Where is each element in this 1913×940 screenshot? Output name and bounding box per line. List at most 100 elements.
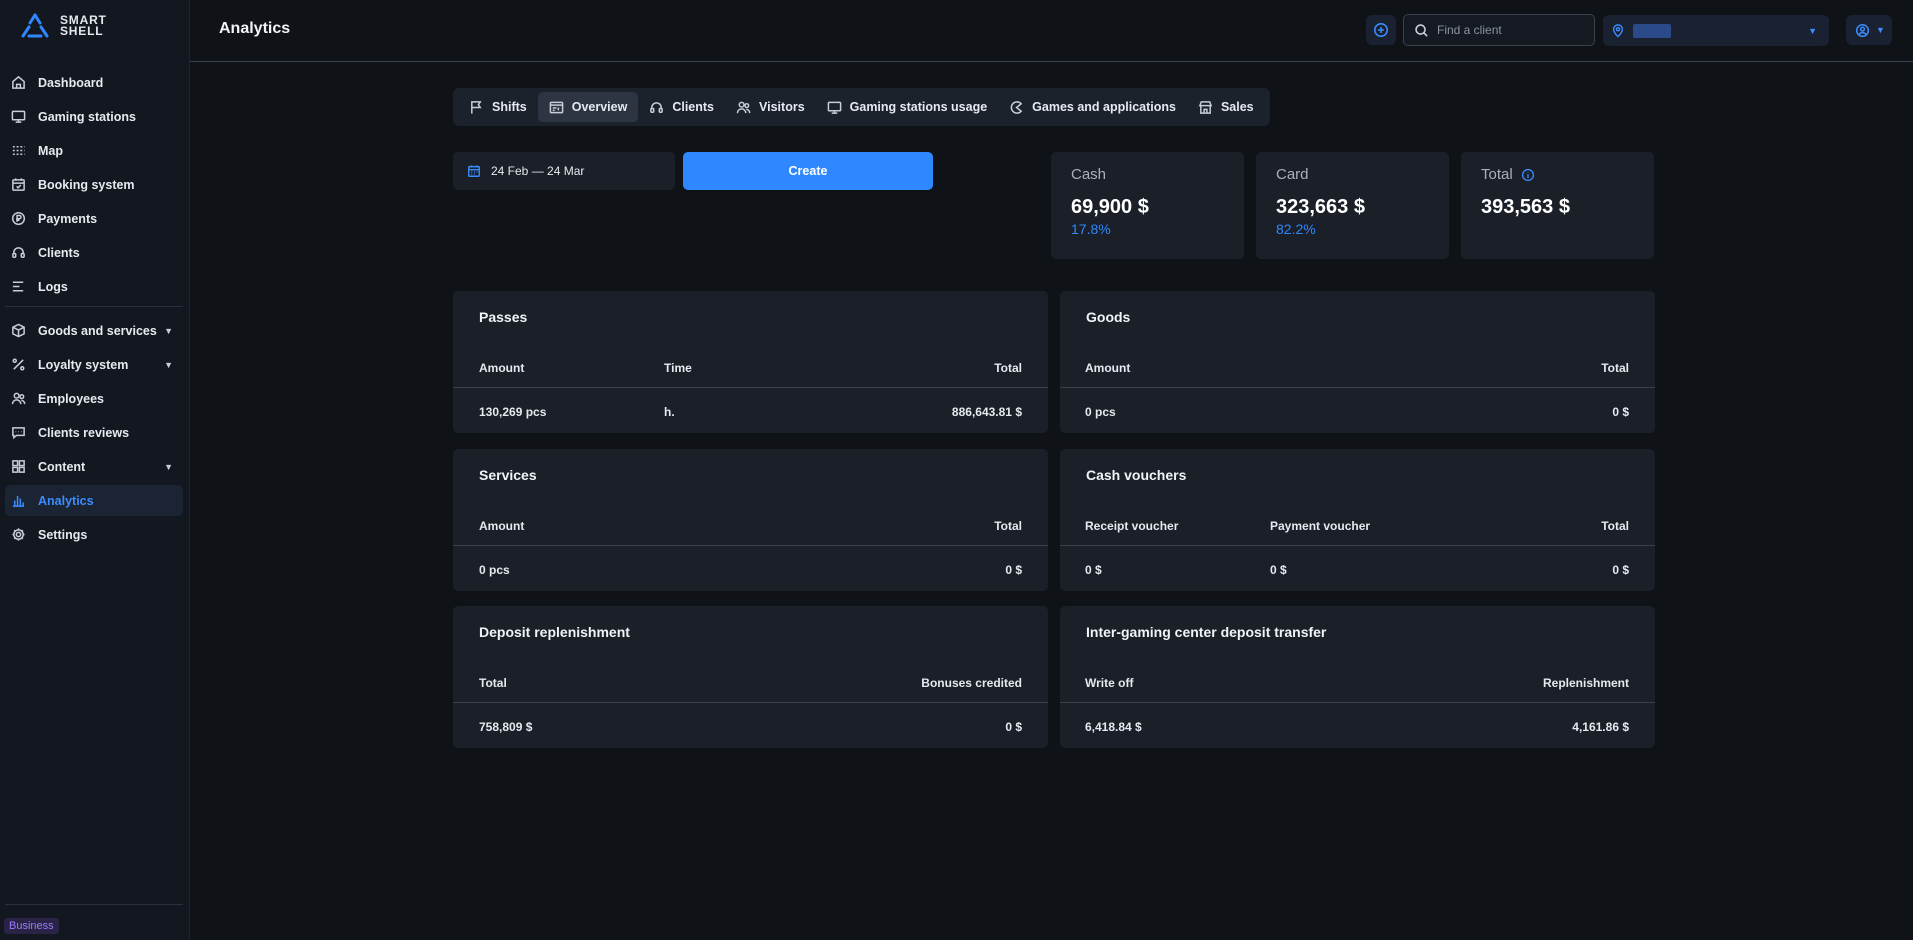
create-button[interactable]: Create bbox=[683, 152, 933, 190]
brand-line-2: SHELL bbox=[60, 24, 104, 38]
table-cell: 758,809 $ bbox=[479, 719, 533, 734]
search-input[interactable] bbox=[1437, 23, 1587, 37]
monitor-icon bbox=[11, 110, 26, 123]
tab-visitors[interactable]: Visitors bbox=[725, 92, 816, 122]
column-header: Total bbox=[994, 360, 1022, 375]
column-header: Amount bbox=[1085, 360, 1131, 375]
date-range-value: 24 Feb — 24 Mar bbox=[491, 164, 585, 178]
column-header: Bonuses credited bbox=[921, 675, 1022, 690]
panel-title: Inter-gaming center deposit transfer bbox=[1086, 624, 1327, 640]
tab-clients[interactable]: Clients bbox=[638, 92, 725, 122]
table-row: 0 $ 0 $ 0 $ bbox=[1060, 547, 1655, 592]
top-header: Analytics ▼ ▼ bbox=[190, 0, 1913, 62]
brand-logo[interactable]: SMART SHELL bbox=[20, 13, 107, 39]
chat-bubble-icon bbox=[12, 427, 25, 440]
table-cell: 0 $ bbox=[1270, 562, 1287, 577]
sidebar-item-booking-system[interactable]: Booking system bbox=[5, 169, 183, 200]
dashboard-window-icon bbox=[549, 101, 564, 113]
club-selector[interactable]: ▼ bbox=[1603, 15, 1829, 46]
bar-chart-icon bbox=[12, 495, 25, 507]
client-search[interactable] bbox=[1403, 14, 1595, 46]
sidebar-item-label: Clients bbox=[38, 245, 80, 260]
sidebar-item-analytics[interactable]: Analytics bbox=[5, 485, 183, 516]
table-cell: 0 $ bbox=[1005, 719, 1022, 734]
table-cell: h. bbox=[664, 404, 675, 419]
headset-icon bbox=[12, 247, 25, 258]
tab-label: Gaming stations usage bbox=[849, 100, 988, 114]
tab-sales[interactable]: Sales bbox=[1187, 92, 1265, 122]
sidebar-item-label: Goods and services bbox=[38, 323, 157, 338]
sidebar-item-employees[interactable]: Employees bbox=[5, 383, 183, 414]
sidebar: SMART SHELL Dashboard Gaming stations Ma… bbox=[0, 0, 190, 940]
passes-panel: Passes Amount Time Total 130,269 pcs h. … bbox=[453, 291, 1048, 433]
chevron-down-icon: ▼ bbox=[164, 359, 173, 370]
plan-badge: Business bbox=[4, 918, 59, 934]
cash-vouchers-panel: Cash vouchers Receipt voucher Payment vo… bbox=[1060, 449, 1655, 591]
table-cell: 6,418.84 $ bbox=[1085, 719, 1142, 734]
table-cell: 4,161.86 $ bbox=[1572, 719, 1629, 734]
panel-title: Goods bbox=[1086, 309, 1131, 325]
sidebar-item-clients[interactable]: Clients bbox=[5, 237, 183, 268]
calendar-icon bbox=[468, 165, 480, 177]
table-row: 758,809 $ 0 $ bbox=[453, 704, 1048, 749]
analytics-tabs: Shifts Overview Clients Visitors Gaming … bbox=[453, 88, 1270, 126]
column-header: Total bbox=[994, 518, 1022, 533]
add-button[interactable] bbox=[1366, 15, 1396, 45]
table-cell: 0 pcs bbox=[479, 562, 510, 577]
table-header: Write off Replenishment bbox=[1060, 663, 1655, 703]
column-header: Payment voucher bbox=[1270, 518, 1371, 533]
sidebar-item-label: Booking system bbox=[38, 177, 135, 192]
table-header: Amount Time Total bbox=[453, 348, 1048, 388]
table-cell: 886,643.81 $ bbox=[951, 404, 1022, 419]
sidebar-item-label: Payments bbox=[38, 211, 98, 226]
table-cell: 0 $ bbox=[1085, 562, 1102, 577]
sidebar-item-gaming-stations[interactable]: Gaming stations bbox=[5, 101, 183, 132]
profile-menu-button[interactable]: ▼ bbox=[1846, 15, 1892, 45]
card-value: 323,663 $ bbox=[1276, 196, 1365, 218]
tab-shifts[interactable]: Shifts bbox=[458, 92, 538, 122]
table-cell: 0 pcs bbox=[1085, 404, 1116, 419]
panel-title: Passes bbox=[479, 309, 528, 325]
panel-title: Cash vouchers bbox=[1086, 467, 1187, 483]
table-header: Receipt voucher Payment voucher Total bbox=[1060, 506, 1655, 546]
chevron-down-icon: ▼ bbox=[164, 461, 173, 472]
tab-label: Overview bbox=[571, 100, 628, 114]
sidebar-item-dashboard[interactable]: Dashboard bbox=[5, 67, 183, 98]
date-range-picker[interactable]: 24 Feb — 24 Mar bbox=[453, 152, 675, 190]
sidebar-item-clients-reviews[interactable]: Clients reviews bbox=[5, 417, 183, 448]
tab-games-and-applications[interactable]: Games and applications bbox=[998, 92, 1187, 122]
sidebar-item-goods-and-services[interactable]: Goods and services ▼ bbox=[5, 315, 183, 346]
card-label: Card bbox=[1276, 166, 1309, 183]
sidebar-item-map[interactable]: Map bbox=[5, 135, 183, 166]
cash-summary-card: Cash 69,900 $ 17.8% bbox=[1051, 152, 1244, 259]
table-header: Amount Total bbox=[453, 506, 1048, 546]
tab-label: Games and applications bbox=[1032, 100, 1176, 114]
club-name-redacted bbox=[1633, 23, 1671, 38]
column-header: Total bbox=[1601, 518, 1629, 533]
pacman-icon bbox=[1010, 100, 1023, 114]
sidebar-item-label: Dashboard bbox=[38, 75, 104, 90]
tab-gaming-stations-usage[interactable]: Gaming stations usage bbox=[816, 92, 999, 122]
home-icon bbox=[12, 75, 25, 89]
card-percent: 82.2% bbox=[1276, 221, 1316, 237]
sidebar-item-logs[interactable]: Logs bbox=[5, 271, 183, 302]
store-icon bbox=[1198, 100, 1213, 114]
column-header: Receipt voucher bbox=[1085, 518, 1179, 533]
sidebar-item-settings[interactable]: Settings bbox=[5, 519, 183, 550]
sidebar-item-loyalty-system[interactable]: Loyalty system ▼ bbox=[5, 349, 183, 380]
sidebar-nav: Dashboard Gaming stations Map Booking sy… bbox=[5, 67, 183, 553]
box-icon bbox=[12, 323, 25, 338]
cash-value: 69,900 $ bbox=[1071, 196, 1149, 218]
tab-overview[interactable]: Overview bbox=[537, 92, 639, 122]
ruble-circle-icon bbox=[11, 211, 26, 226]
info-icon[interactable] bbox=[1521, 168, 1535, 182]
search-icon bbox=[1415, 23, 1428, 37]
chevron-down-icon: ▼ bbox=[164, 325, 173, 336]
deposit-transfer-panel: Inter-gaming center deposit transfer Wri… bbox=[1060, 606, 1655, 748]
location-pin-icon bbox=[1612, 23, 1624, 38]
table-cell: 0 $ bbox=[1612, 404, 1629, 419]
sidebar-item-label: Clients reviews bbox=[38, 425, 130, 440]
goods-panel: Goods Amount Total 0 pcs 0 $ bbox=[1060, 291, 1655, 433]
sidebar-item-content[interactable]: Content ▼ bbox=[5, 451, 183, 482]
sidebar-item-payments[interactable]: Payments bbox=[5, 203, 183, 234]
